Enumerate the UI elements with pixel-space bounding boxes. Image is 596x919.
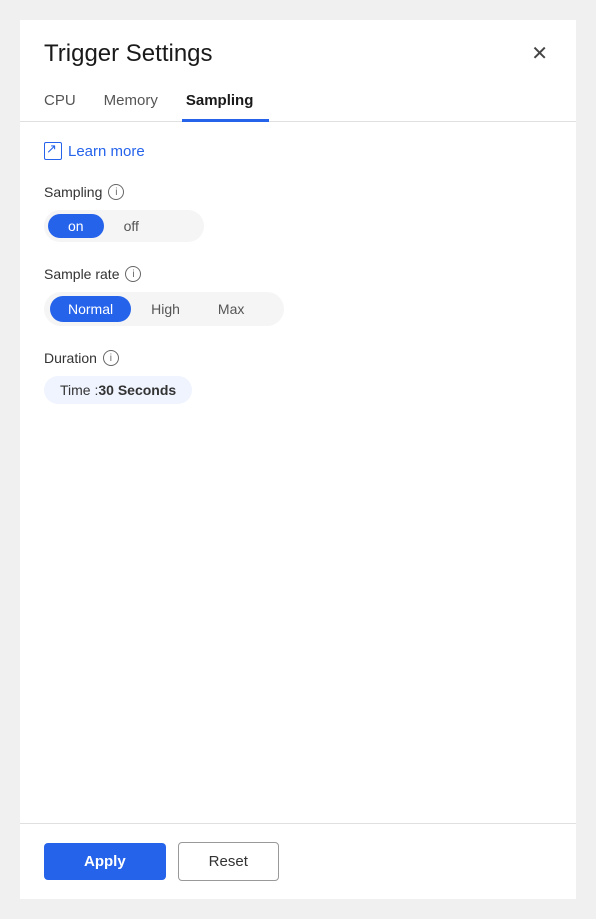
tabs-container: CPU Memory Sampling: [20, 84, 576, 122]
rate-high-button[interactable]: High: [133, 296, 198, 322]
rate-max-button[interactable]: Max: [200, 296, 262, 322]
sampling-info-icon: i: [108, 184, 124, 200]
dialog-footer: Apply Reset: [20, 823, 576, 899]
trigger-settings-dialog: Trigger Settings ✕ CPU Memory Sampling L…: [20, 20, 576, 899]
sampling-label: Sampling i: [44, 184, 552, 200]
learn-more-label: Learn more: [68, 143, 145, 160]
sample-rate-selector: Normal High Max: [44, 292, 284, 326]
duration-label: Duration i: [44, 350, 552, 366]
dialog-title: Trigger Settings: [44, 40, 213, 68]
sample-rate-info-icon: i: [125, 266, 141, 282]
tab-content: Learn more Sampling i on off Sample rate…: [20, 122, 576, 823]
apply-button[interactable]: Apply: [44, 843, 166, 880]
external-link-icon: [44, 142, 62, 160]
dialog-header: Trigger Settings ✕: [20, 20, 576, 84]
duration-value: 30 Seconds: [98, 382, 176, 398]
toggle-off-button[interactable]: off: [104, 214, 159, 238]
rate-normal-button[interactable]: Normal: [50, 296, 131, 322]
reset-button[interactable]: Reset: [178, 842, 279, 881]
toggle-on-button[interactable]: on: [48, 214, 104, 238]
sampling-toggle[interactable]: on off: [44, 210, 204, 242]
tab-cpu[interactable]: CPU: [44, 84, 92, 122]
tab-sampling[interactable]: Sampling: [182, 84, 270, 122]
close-button[interactable]: ✕: [527, 40, 552, 68]
duration-chip[interactable]: Time : 30 Seconds: [44, 376, 192, 404]
duration-info-icon: i: [103, 350, 119, 366]
duration-prefix: Time :: [60, 382, 98, 398]
tab-memory[interactable]: Memory: [100, 84, 174, 122]
learn-more-link[interactable]: Learn more: [44, 142, 552, 160]
sample-rate-label: Sample rate i: [44, 266, 552, 282]
